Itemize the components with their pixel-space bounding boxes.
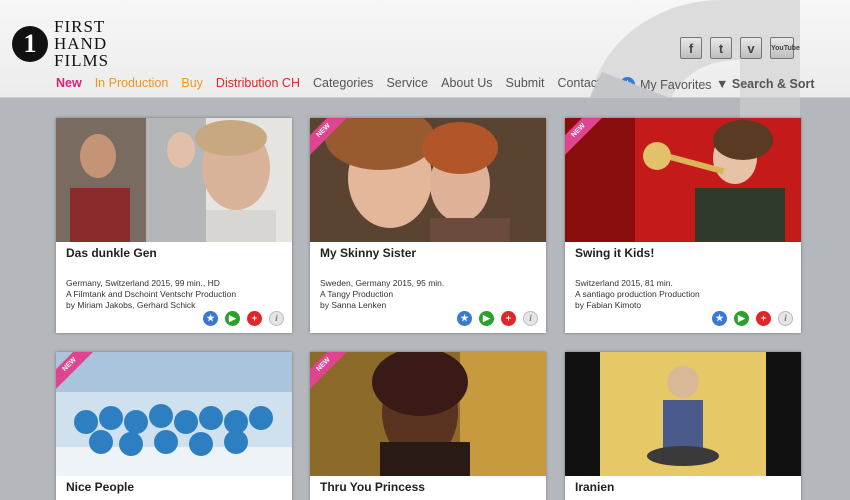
- film-thumbnail[interactable]: NEW: [310, 118, 546, 242]
- film-actions: ★ ▶ + i: [196, 311, 284, 326]
- play-icon[interactable]: ▶: [734, 311, 749, 326]
- film-card[interactable]: Das dunkle Gen Germany, Switzerland 2015…: [56, 118, 292, 333]
- facebook-icon[interactable]: f: [680, 37, 702, 59]
- my-favorites-label: My Favorites: [640, 77, 712, 92]
- film-title[interactable]: Iranien: [575, 480, 614, 494]
- play-icon[interactable]: ▶: [225, 311, 240, 326]
- film-title[interactable]: Das dunkle Gen: [66, 246, 157, 260]
- film-card[interactable]: NEW Nice People: [56, 352, 292, 500]
- social-links: f t v YouTube: [680, 37, 802, 59]
- vimeo-icon[interactable]: v: [740, 37, 762, 59]
- film-meta: Germany, Switzerland 2015, 99 min., HD A…: [66, 278, 237, 310]
- my-favorites-link[interactable]: ★ My Favorites: [620, 77, 712, 92]
- search-sort-label: Search & Sort: [731, 77, 815, 91]
- main-nav: New In Production Buy Distribution CH Ca…: [56, 76, 614, 90]
- film-actions: ★ ▶ + i: [450, 311, 538, 326]
- nav-service[interactable]: Service: [386, 76, 428, 90]
- add-icon[interactable]: +: [501, 311, 516, 326]
- caret-down-icon: ▼: [716, 77, 732, 91]
- film-card[interactable]: NEW Thru You Princess: [310, 352, 546, 500]
- film-actions: ★ ▶ + i: [705, 311, 793, 326]
- nav-new[interactable]: New: [56, 76, 82, 90]
- logo-wordmark: FIRST HAND FILMS: [54, 17, 110, 70]
- film-thumbnail[interactable]: NEW: [310, 352, 546, 476]
- nav-contact[interactable]: Contact: [557, 76, 600, 90]
- film-title[interactable]: My Skinny Sister: [320, 246, 416, 260]
- star-icon: ★: [620, 77, 635, 92]
- favorite-star-icon[interactable]: ★: [712, 311, 727, 326]
- film-thumbnail[interactable]: NEW: [565, 118, 801, 242]
- film-meta: Switzerland 2015, 81 min. A santiago pro…: [575, 278, 700, 310]
- info-icon[interactable]: i: [269, 311, 284, 326]
- info-icon[interactable]: i: [778, 311, 793, 326]
- site-logo[interactable]: 1 FIRST HAND FILMS: [12, 18, 109, 69]
- nav-in-production[interactable]: In Production: [95, 76, 169, 90]
- film-card[interactable]: NEW My Skinny Sister Sweden, Germany 201…: [310, 118, 546, 333]
- search-sort-toggle[interactable]: ▼ Search & Sort: [716, 77, 815, 91]
- nav-categories[interactable]: Categories: [313, 76, 373, 90]
- info-icon[interactable]: i: [523, 311, 538, 326]
- film-title[interactable]: Swing it Kids!: [575, 246, 654, 260]
- film-meta: Sweden, Germany 2015, 95 min. A Tangy Pr…: [320, 278, 445, 310]
- nav-about-us[interactable]: About Us: [441, 76, 492, 90]
- youtube-icon[interactable]: YouTube: [770, 37, 800, 59]
- add-icon[interactable]: +: [247, 311, 262, 326]
- favorite-star-icon[interactable]: ★: [203, 311, 218, 326]
- film-card[interactable]: Iranien: [565, 352, 801, 500]
- add-icon[interactable]: +: [756, 311, 771, 326]
- site-header: 1 FIRST HAND FILMS f t v YouTube New In …: [0, 0, 850, 98]
- film-thumbnail[interactable]: [56, 118, 292, 242]
- favorite-star-icon[interactable]: ★: [457, 311, 472, 326]
- twitter-icon[interactable]: t: [710, 37, 732, 59]
- nav-distribution-ch[interactable]: Distribution CH: [216, 76, 300, 90]
- film-title[interactable]: Thru You Princess: [320, 480, 425, 494]
- film-thumbnail[interactable]: NEW: [56, 352, 292, 476]
- film-thumbnail[interactable]: [565, 352, 801, 476]
- film-card[interactable]: NEW Swing it Kids! Switzerland 2015, 81 …: [565, 118, 801, 333]
- nav-submit[interactable]: Submit: [506, 76, 545, 90]
- nav-buy[interactable]: Buy: [181, 76, 203, 90]
- play-icon[interactable]: ▶: [479, 311, 494, 326]
- film-title[interactable]: Nice People: [66, 480, 134, 494]
- logo-numeral: 1: [12, 26, 48, 62]
